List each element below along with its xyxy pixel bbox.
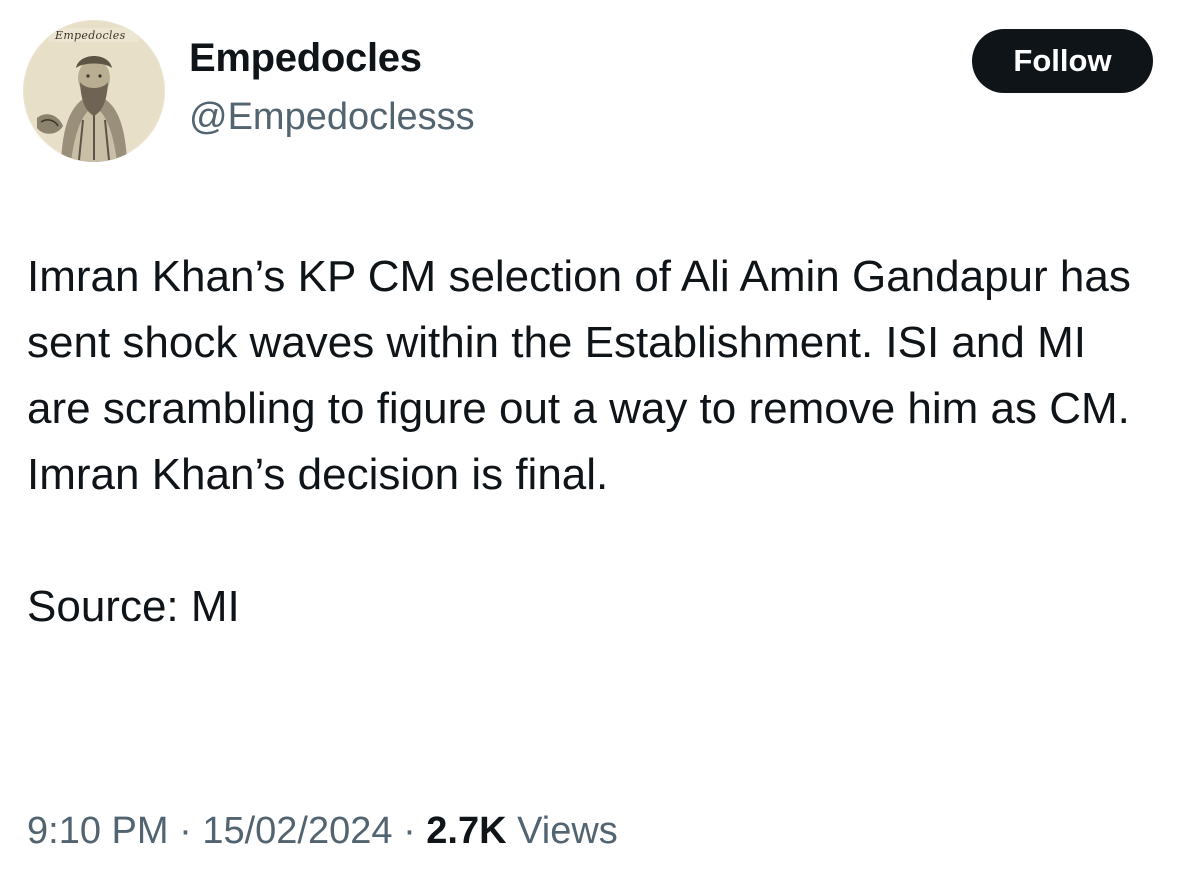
tweet-text: Imran Khan’s KP CM selection of Ali Amin… <box>27 252 1131 499</box>
follow-button[interactable]: Follow <box>972 29 1153 93</box>
avatar[interactable]: Empedocles <box>23 20 165 162</box>
tweet-time[interactable]: 9:10 PM <box>27 810 169 852</box>
tweet-meta: 9:10 PM · 15/02/2024 · 2.7K Views <box>27 810 618 853</box>
tweet-card: Empedocles Empedocles @Empedoclesss Foll… <box>0 0 1200 876</box>
views-label: Views <box>517 810 618 852</box>
views-count: 2.7K <box>426 810 507 852</box>
avatar-caption: Empedocles <box>55 29 126 42</box>
tweet-body: Imran Khan’s KP CM selection of Ali Amin… <box>27 244 1157 640</box>
meta-separator: · <box>179 810 192 852</box>
meta-separator: · <box>403 810 416 852</box>
author-display-name[interactable]: Empedocles <box>189 36 422 81</box>
tweet-date[interactable]: 15/02/2024 <box>202 810 392 852</box>
tweet-source-line: Source: MI <box>27 582 240 631</box>
author-handle[interactable]: @Empedoclesss <box>189 96 475 139</box>
